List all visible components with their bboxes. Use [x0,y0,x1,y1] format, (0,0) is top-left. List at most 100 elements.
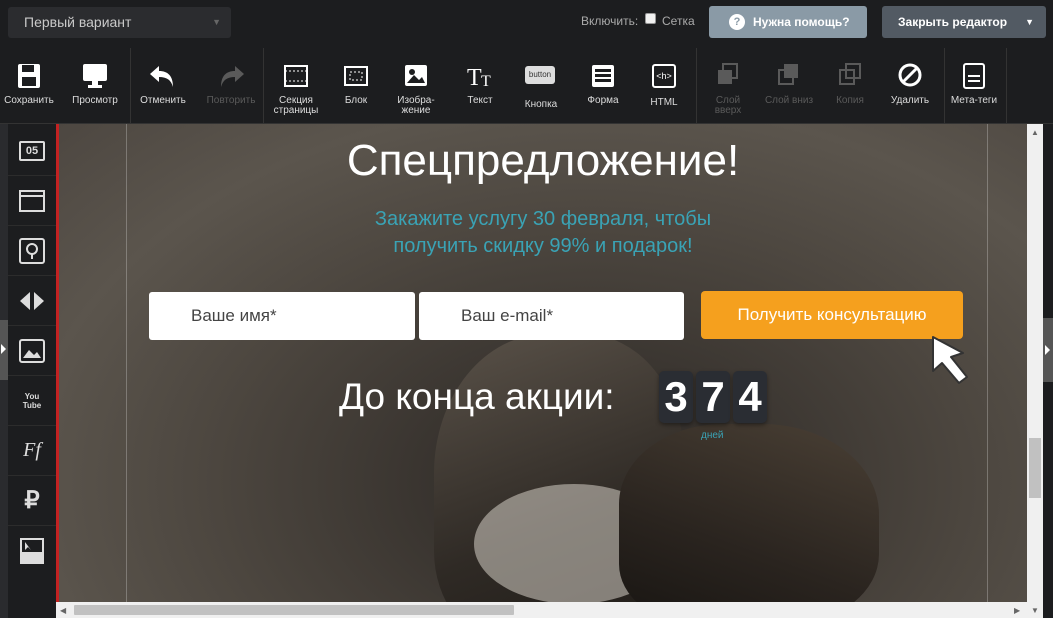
meta-tags-button[interactable]: Мета-теги [950,62,998,124]
scroll-down-arrow-icon[interactable]: ▼ [1031,606,1039,615]
popup-widget[interactable] [8,176,56,226]
html-glyph: <h> [652,64,676,88]
save-label: Сохранить [4,95,54,106]
text-label: Текст [467,95,493,106]
copy-icon [839,63,861,85]
monitor-icon [83,64,107,88]
text-icon: TT [467,65,491,90]
horizontal-scrollbar[interactable]: ◀ ▶ [56,602,1027,618]
layer-down-label: Слой вниз [764,95,814,106]
toolbar-divider [1006,48,1007,124]
image-icon [405,65,427,86]
button-glyph: button [525,66,555,84]
html-button[interactable]: <h> HTML [640,62,688,124]
toolbar-divider [263,48,264,124]
meta-tags-icon [963,63,985,89]
question-icon: ? [729,14,745,30]
video-widget[interactable]: You Tube [8,376,56,426]
variant-select[interactable]: Первый вариант ▼ [8,7,231,38]
page-canvas[interactable]: Спецпредложение! Закажите услугу 30 февр… [56,124,1027,602]
undo-label: Отменить [140,95,186,106]
email-field[interactable]: Ваш e-mail* [419,292,684,340]
block-button[interactable]: Блок [332,62,380,124]
layer-up-label: Слой вверх [714,95,742,116]
html-icon: <h> [648,64,680,92]
toolbar-divider [696,48,697,124]
layer-down-icon [778,64,798,85]
section-icon [284,65,308,87]
ruble-icon: ₽ [24,487,40,514]
name-field[interactable]: Ваше имя* [149,292,415,340]
block-label: Блок [344,95,368,106]
countdown-digit: 4 [733,371,767,423]
redo-icon [221,66,244,87]
layer-up-button[interactable]: Слой вверх [703,62,753,124]
scroll-right-arrow-icon[interactable]: ▶ [1014,606,1020,615]
redo-label: Повторить [206,95,256,106]
vertical-scrollbar[interactable]: ▲ ▼ [1027,124,1043,618]
save-icon [18,64,40,88]
svg-text:T: T [467,65,482,90]
arrows-left-right-icon [20,291,44,310]
page-subtitle[interactable]: Закажите услугу 30 февраля, чтобы [59,208,1027,231]
gallery-icon [19,338,45,363]
chevron-down-icon: ▼ [1025,17,1034,27]
close-editor-label: Закрыть редактор [898,15,1008,29]
layer-up-icon [718,63,738,84]
text-button[interactable]: TT Текст [455,62,505,124]
svg-text:T: T [481,73,491,90]
pointer-arrow-icon [932,336,968,384]
countdown-digit: 3 [659,371,693,423]
grid-checkbox[interactable] [645,13,656,24]
delete-button[interactable]: Удалить [885,62,935,124]
redo-button[interactable]: Повторить [203,62,259,124]
button-icon: button [525,66,557,94]
undo-button[interactable]: Отменить [137,62,189,124]
scroll-up-arrow-icon[interactable]: ▲ [1031,128,1039,137]
page-subtitle[interactable]: получить скидку 99% и подарок! [59,235,1027,258]
map-pin-icon [19,237,45,264]
fonts-widget[interactable]: Ff [8,426,56,476]
cursor-widget[interactable] [8,526,56,576]
section-label: Секция страницы [273,95,319,116]
section-button[interactable]: Секция страницы [270,62,322,124]
chevron-down-icon: ▼ [212,17,221,27]
form-button[interactable]: Форма [578,62,628,124]
preview-button[interactable]: Просмотр [68,62,122,124]
widget-sidebar: 05 You Tube Ff ₽ [8,124,56,618]
collapse-right-toggle[interactable] [1043,318,1053,382]
button-tool[interactable]: button Кнопка [515,62,567,124]
collapse-left-toggle[interactable] [0,320,8,380]
image-button[interactable]: Изобра-жение [390,62,442,124]
slider-widget[interactable] [8,276,56,326]
timer-icon: 05 [19,140,45,161]
help-button[interactable]: ? Нужна помощь? [709,6,867,38]
consultation-button[interactable]: Получить консультацию [701,291,963,339]
save-button[interactable]: Сохранить [2,62,56,124]
gallery-widget[interactable] [8,326,56,376]
payment-widget[interactable]: ₽ [8,476,56,526]
form-label: Форма [587,95,619,106]
vertical-scroll-thumb[interactable] [1029,438,1041,498]
html-label: HTML [650,97,678,108]
horizontal-scroll-thumb[interactable] [74,605,514,615]
toolbar: Сохранить Просмотр Отменить Повторить Се… [0,48,1053,124]
delete-icon [898,63,922,87]
button-tool-label: Кнопка [524,99,558,110]
timer-widget[interactable]: 05 [8,126,56,176]
countdown-digit: 7 [696,371,730,423]
close-editor-button[interactable]: Закрыть редактор ▼ [882,6,1046,38]
countdown-unit: дней [701,430,724,441]
popup-window-icon [19,189,45,212]
scroll-left-arrow-icon[interactable]: ◀ [60,606,66,615]
help-button-label: Нужна помощь? [753,15,850,29]
top-bar: Первый вариант ▼ Включить: Сетка ? Нужна… [0,0,1053,48]
copy-button[interactable]: Копия [825,62,875,124]
layer-down-button[interactable]: Слой вниз [764,62,814,124]
map-widget[interactable] [8,226,56,276]
block-icon [344,66,368,86]
meta-tags-label: Мета-теги [950,95,998,106]
guide-line [126,124,127,602]
page-headline[interactable]: Спецпредложение! [59,136,1027,186]
font-icon: Ff [23,439,41,461]
